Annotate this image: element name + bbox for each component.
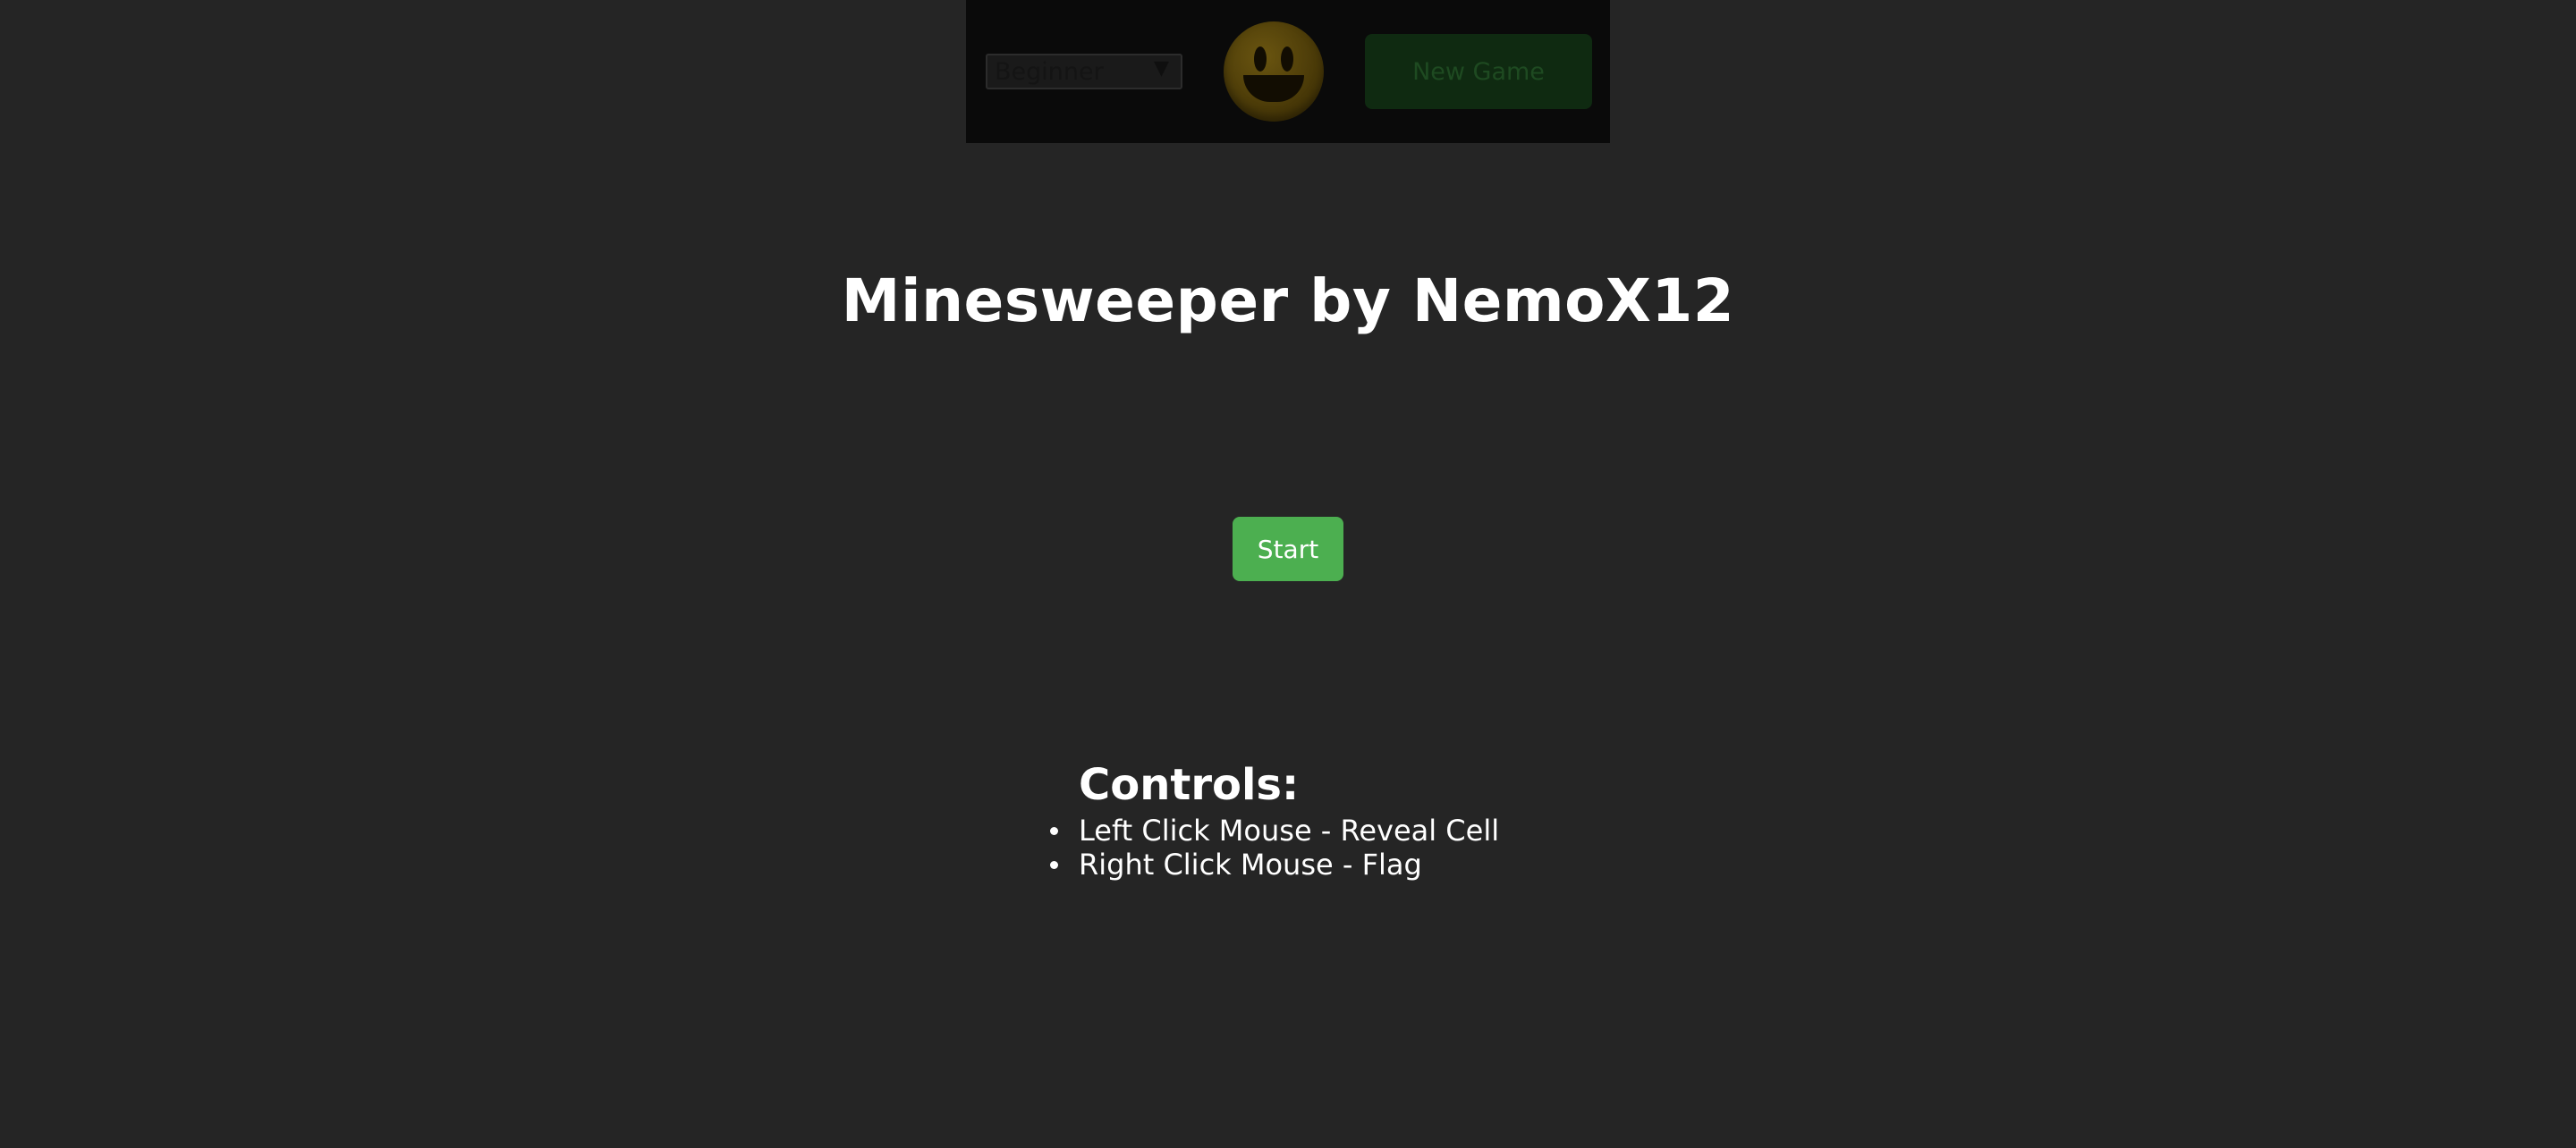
smiley-mouth <box>1243 75 1304 102</box>
list-item: Left Click Mouse - Reveal Cell <box>1049 814 1500 848</box>
page: Beginner ▼ New Game Minesweeper by NemoX… <box>0 0 2576 1148</box>
difficulty-select[interactable]: Beginner <box>986 54 1182 89</box>
controls-section: Controls: Left Click Mouse - Reveal Cell… <box>1049 756 1500 882</box>
start-button[interactable]: Start <box>1233 517 1343 581</box>
game-toolbar: Beginner ▼ New Game <box>966 0 1610 143</box>
list-item: Right Click Mouse - Flag <box>1049 848 1499 882</box>
smiley-right-eye <box>1281 46 1293 72</box>
page-title: Minesweeper by NemoX12 <box>841 266 1735 335</box>
smiley-face-icon[interactable] <box>1224 21 1324 122</box>
controls-list: Left Click Mouse - Reveal Cell Right Cli… <box>1049 814 1500 882</box>
smiley-left-eye <box>1254 46 1267 72</box>
controls-heading: Controls: <box>1079 760 1300 810</box>
new-game-button[interactable]: New Game <box>1365 34 1592 109</box>
